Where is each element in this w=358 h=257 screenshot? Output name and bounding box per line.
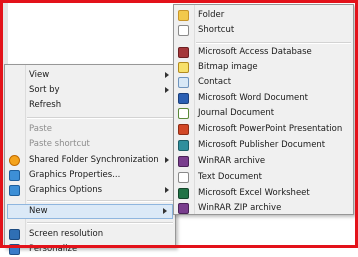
submenu-arrow-icon	[165, 187, 169, 193]
menu-item-new[interactable]: New	[7, 204, 173, 219]
menu-item-refresh[interactable]: Refresh	[5, 98, 175, 113]
new-item-winrar-zip[interactable]: WinRAR ZIP archive	[174, 201, 353, 216]
submenu-arrow-icon	[165, 87, 169, 93]
new-item-word-document[interactable]: Microsoft Word Document	[174, 91, 353, 106]
menu-item-label: Graphics Options	[29, 185, 103, 195]
access-icon	[178, 47, 189, 58]
menu-item-label: Sort by	[29, 85, 60, 95]
desktop-context-menu: View Sort by Refresh Paste Paste shortcu…	[4, 64, 176, 255]
menu-item-graphics-properties[interactable]: Graphics Properties...	[5, 168, 175, 183]
menu-item-label: Folder	[198, 10, 225, 20]
submenu-arrow-icon	[165, 72, 169, 78]
new-item-winrar-archive[interactable]: WinRAR archive	[174, 154, 353, 169]
menu-item-label: Microsoft Publisher Document	[198, 140, 326, 150]
monitor-icon	[9, 229, 20, 240]
menu-item-label: Microsoft Access Database	[198, 47, 312, 57]
menu-item-label: Microsoft Word Document	[198, 93, 308, 103]
intel-graphics-icon	[9, 185, 20, 196]
submenu-arrow-icon	[163, 208, 167, 214]
new-item-excel-worksheet[interactable]: Microsoft Excel Worksheet	[174, 186, 353, 201]
menu-item-graphics-options[interactable]: Graphics Options	[5, 183, 175, 198]
excel-icon	[178, 188, 189, 199]
menu-separator	[27, 117, 173, 119]
shortcut-icon	[178, 25, 189, 36]
personalize-icon	[9, 244, 20, 255]
new-item-folder[interactable]: Folder	[174, 8, 353, 23]
menu-item-view[interactable]: View	[5, 68, 175, 83]
menu-separator	[196, 42, 351, 44]
bitmap-icon	[178, 62, 189, 73]
menu-item-label: Screen resolution	[29, 229, 104, 239]
new-item-text-document[interactable]: Text Document	[174, 170, 353, 185]
submenu-arrow-icon	[165, 157, 169, 163]
menu-item-label: New	[29, 206, 48, 216]
menu-item-personalize[interactable]: Personalize	[5, 242, 175, 257]
menu-item-label: Text Document	[198, 172, 262, 182]
word-icon	[178, 93, 189, 104]
menu-item-paste[interactable]: Paste	[5, 122, 175, 137]
menu-separator	[27, 222, 173, 224]
new-submenu: Folder Shortcut Microsoft Access Databas…	[173, 4, 354, 215]
winrar-zip-icon	[178, 203, 189, 214]
intel-graphics-icon	[9, 170, 20, 181]
menu-item-label: View	[29, 70, 50, 80]
menu-item-label: Shortcut	[198, 25, 235, 35]
menu-item-shared-folder-sync[interactable]: Shared Folder Synchronization	[5, 153, 175, 168]
new-item-journal-document[interactable]: Journal Document	[174, 106, 353, 121]
menu-item-label: WinRAR ZIP archive	[198, 203, 282, 213]
menu-item-sort-by[interactable]: Sort by	[5, 83, 175, 98]
winrar-icon	[178, 156, 189, 167]
menu-item-label: Journal Document	[198, 108, 275, 118]
menu-item-label: Personalize	[29, 244, 78, 254]
new-item-access-database[interactable]: Microsoft Access Database	[174, 45, 353, 60]
menu-item-paste-shortcut[interactable]: Paste shortcut	[5, 137, 175, 152]
text-document-icon	[178, 172, 189, 183]
sync-icon	[9, 155, 20, 166]
folder-icon	[178, 10, 189, 21]
menu-item-label: Contact	[198, 77, 232, 87]
menu-separator	[27, 200, 173, 202]
menu-item-label: Microsoft PowerPoint Presentation	[198, 124, 343, 134]
menu-item-label: Paste shortcut	[29, 139, 90, 149]
powerpoint-icon	[178, 124, 189, 135]
new-item-publisher[interactable]: Microsoft Publisher Document	[174, 138, 353, 153]
publisher-icon	[178, 140, 189, 151]
menu-item-label: Paste	[29, 124, 52, 134]
contact-icon	[178, 77, 189, 88]
menu-item-screen-resolution[interactable]: Screen resolution	[5, 227, 175, 242]
menu-item-label: Shared Folder Synchronization	[29, 155, 159, 165]
new-item-shortcut[interactable]: Shortcut	[174, 23, 353, 38]
journal-icon	[178, 108, 189, 119]
menu-item-label: Graphics Properties...	[29, 170, 121, 180]
menu-item-label: Bitmap image	[198, 62, 258, 72]
new-item-bitmap[interactable]: Bitmap image	[174, 60, 353, 75]
new-item-powerpoint[interactable]: Microsoft PowerPoint Presentation	[174, 122, 353, 137]
menu-item-label: Microsoft Excel Worksheet	[198, 188, 310, 198]
menu-item-label: Refresh	[29, 100, 62, 110]
new-item-contact[interactable]: Contact	[174, 75, 353, 90]
menu-item-label: WinRAR archive	[198, 156, 266, 166]
